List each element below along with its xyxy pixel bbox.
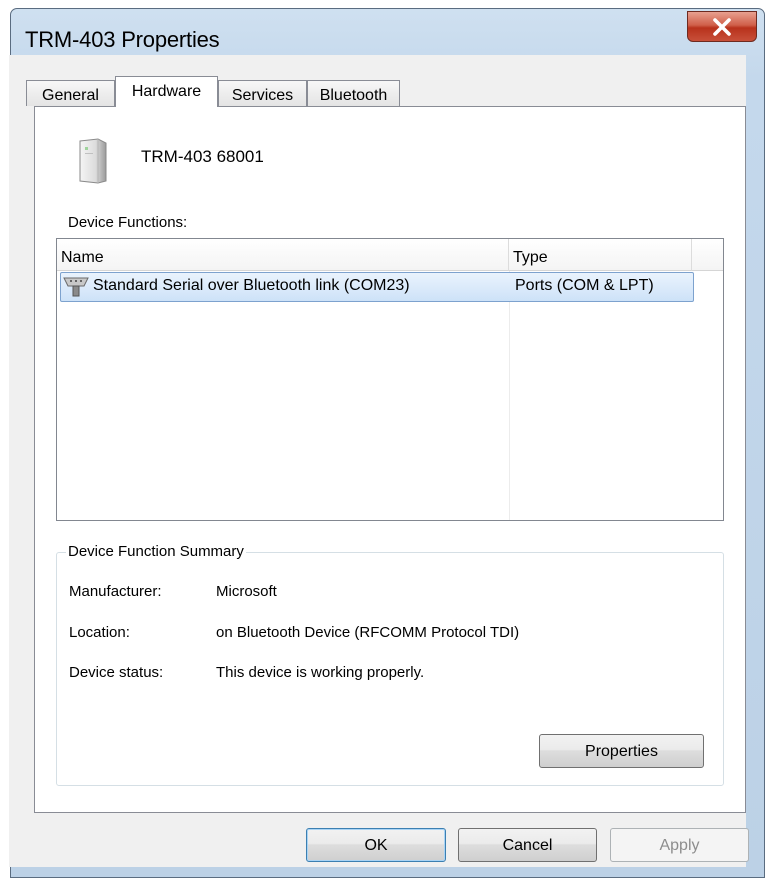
properties-button[interactable]: Properties [539,734,704,768]
device-status-value: This device is working properly. [216,664,425,681]
device-status-label: Device status: [69,664,164,681]
ok-button-label: OK [364,837,388,854]
tab-general-label: General [42,87,99,104]
device-functions-list[interactable]: Name Type Standard Serial over Bluetooth… [56,238,724,521]
cancel-button-label: Cancel [502,837,553,854]
location-value: on Bluetooth Device (RFCOMM Protocol TDI… [216,624,520,641]
apply-button-label: Apply [659,837,700,854]
device-functions-label: Device Functions: [68,214,188,231]
tab-services[interactable]: Services [218,80,307,106]
column-header-name[interactable]: Name [57,239,509,271]
cancel-button[interactable]: Cancel [458,828,597,862]
tab-bluetooth-label: Bluetooth [319,87,388,104]
ok-button[interactable]: OK [306,828,446,862]
summary-title: Device Function Summary [66,543,246,560]
column-header-filler [692,239,723,271]
column-divider [509,271,510,520]
apply-button: Apply [610,828,749,862]
tab-services-label: Services [231,87,294,104]
row-type-cell: Ports (COM & LPT) [515,277,654,294]
location-label: Location: [69,624,130,641]
tab-hardware[interactable]: Hardware [115,76,218,107]
tab-hardware-label: Hardware [131,83,202,100]
serial-port-icon [63,277,89,297]
tab-general[interactable]: General [26,80,115,106]
device-tower-icon [79,138,107,184]
window-title: TRM-403 Properties [25,27,220,52]
column-type-label: Type [513,249,548,266]
close-button[interactable] [687,11,757,42]
close-icon [713,17,731,36]
column-header-type[interactable]: Type [509,239,692,271]
row-name-cell: Standard Serial over Bluetooth link (COM… [93,277,410,294]
properties-button-label: Properties [585,743,658,760]
manufacturer-label: Manufacturer: [69,583,162,600]
device-name: TRM-403 68001 [141,147,264,166]
tab-bluetooth[interactable]: Bluetooth [307,80,400,106]
column-name-label: Name [61,249,104,266]
manufacturer-value: Microsoft [216,583,277,600]
